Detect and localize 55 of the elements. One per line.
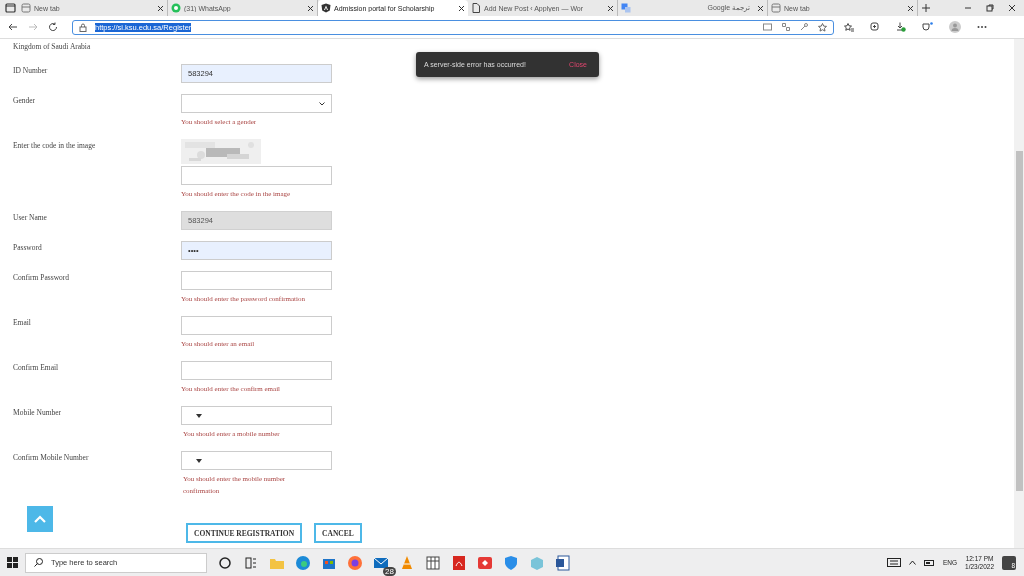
fox-browser-icon[interactable] (347, 554, 363, 571)
more-icon[interactable] (977, 25, 987, 29)
chat-icon (171, 3, 181, 13)
input-field[interactable] (181, 316, 332, 335)
scrollbar[interactable] (1014, 39, 1024, 548)
caret-down-icon (196, 413, 202, 418)
input-field[interactable] (181, 361, 332, 380)
restore-icon[interactable] (986, 4, 994, 12)
captcha-input-field[interactable] (181, 166, 332, 185)
caret-down-icon (196, 458, 202, 463)
document-icon[interactable] (555, 554, 571, 571)
calendar-grid-icon[interactable] (425, 554, 441, 571)
chevron-down-icon (319, 101, 325, 106)
phone-input-field[interactable] (181, 451, 332, 470)
remote-icon[interactable] (477, 554, 493, 571)
collections-icon[interactable] (870, 22, 880, 32)
battery-icon[interactable] (924, 559, 935, 566)
close-icon[interactable] (907, 4, 914, 12)
close-icon[interactable] (458, 4, 465, 12)
pdf-icon[interactable] (451, 554, 467, 571)
profile-avatar-icon[interactable] (949, 21, 961, 33)
close-icon[interactable] (307, 4, 314, 12)
search-icon (34, 558, 43, 567)
back-icon[interactable] (8, 22, 18, 32)
key-icon[interactable] (800, 23, 808, 31)
qr-icon[interactable] (782, 23, 790, 31)
shield-icon (321, 3, 331, 13)
tab-actions-icon (4, 0, 18, 16)
windows-start-icon[interactable] (7, 557, 18, 568)
close-icon[interactable] (757, 4, 764, 12)
download-icon[interactable] (896, 22, 906, 32)
chevron-up-icon[interactable] (909, 560, 916, 565)
phone-input-field[interactable] (181, 406, 332, 425)
close-icon[interactable] (157, 4, 164, 12)
new-tab-icon (21, 3, 31, 13)
translate-icon (621, 3, 631, 13)
star-icon[interactable] (818, 22, 827, 32)
input-field[interactable] (181, 271, 332, 290)
reader-icon[interactable] (763, 23, 772, 31)
extensions-icon[interactable] (922, 22, 933, 32)
close-icon[interactable] (1008, 4, 1016, 12)
chevron-up-icon (34, 515, 46, 523)
page-icon (471, 3, 481, 13)
new-tab-icon (771, 3, 781, 13)
mail-count-badge: 28 (383, 566, 396, 576)
refresh-icon[interactable] (48, 22, 58, 32)
lock-icon (79, 22, 87, 32)
close-icon[interactable] (607, 4, 614, 12)
browser-icon[interactable] (295, 554, 311, 571)
keyboard-icon[interactable] (887, 558, 901, 567)
task-view-icon[interactable] (243, 554, 259, 571)
shield-icon[interactable] (503, 554, 519, 571)
cortana-icon[interactable] (217, 554, 233, 571)
minimize-icon[interactable] (964, 4, 972, 12)
favorites-icon[interactable] (844, 22, 854, 32)
